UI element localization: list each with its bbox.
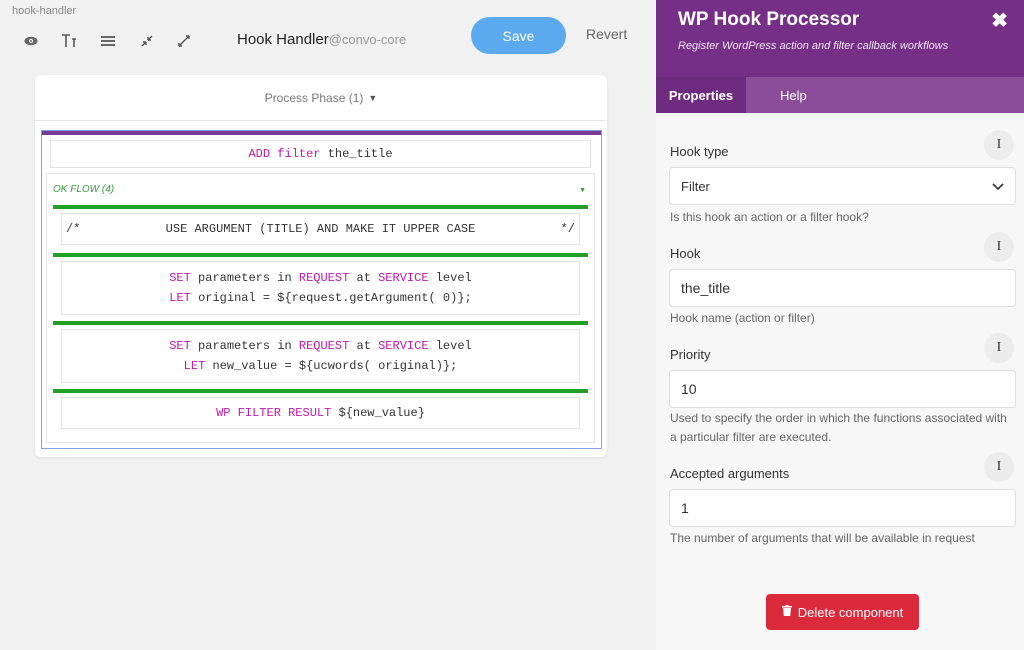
add-filter-value: the_title xyxy=(327,147,393,161)
code-text: ${new_value} xyxy=(338,406,425,420)
trash-icon xyxy=(781,605,792,619)
keyword: SET xyxy=(169,271,191,285)
code-text: original = ${request.getArgument( 0)}; xyxy=(198,291,472,305)
keyword: SERVICE xyxy=(378,271,429,285)
phase-selector[interactable]: Process Phase (1) ▼ xyxy=(35,75,607,121)
code-text: level xyxy=(435,271,472,285)
keyword: REQUEST xyxy=(298,271,350,285)
phase-label: Process Phase (1) xyxy=(264,90,364,105)
expand-icon[interactable] xyxy=(173,30,195,52)
document-title-name: Hook Handler xyxy=(237,31,329,48)
list-icon[interactable] xyxy=(97,30,119,52)
keyword: LET xyxy=(169,291,191,305)
hook-input[interactable]: the_title xyxy=(669,269,1016,307)
text-cursor-icon[interactable]: I xyxy=(984,232,1014,262)
text-size-icon[interactable] xyxy=(58,30,80,52)
text-cursor-icon[interactable]: I xyxy=(984,333,1014,363)
save-button[interactable]: Save xyxy=(471,17,566,54)
panel-tabs: Properties Help xyxy=(656,77,1024,113)
comment-open: /* xyxy=(66,222,81,236)
code-text: level xyxy=(435,339,472,353)
code-text: new_value = ${ucwords( original)}; xyxy=(212,359,458,373)
step-bar xyxy=(53,205,588,209)
triangle-down-icon[interactable]: ▼ xyxy=(579,187,586,194)
hook-help: Hook name (action or filter) xyxy=(670,311,815,325)
collapse-icon[interactable] xyxy=(136,30,158,52)
accepted-args-help: The number of arguments that will be ava… xyxy=(670,531,975,545)
filter-result-step[interactable]: WP FILTER RESULT ${new_value} xyxy=(53,389,588,429)
revert-button[interactable]: Revert xyxy=(586,26,627,42)
comment-close: */ xyxy=(560,222,575,236)
code-text: parameters in xyxy=(198,339,292,353)
set-params-step[interactable]: SET parameters in REQUEST at SERVICE lev… xyxy=(53,321,588,383)
panel-header: WP Hook Processor Register WordPress act… xyxy=(656,0,1024,77)
set-params-block: SET parameters in REQUEST at SERVICE lev… xyxy=(61,261,580,315)
add-filter-block[interactable]: ADD filter the_title xyxy=(50,140,591,168)
breadcrumb: hook-handler xyxy=(12,5,77,17)
tab-help[interactable]: Help xyxy=(746,77,807,113)
text-cursor-icon[interactable]: I xyxy=(984,452,1014,482)
comment-step[interactable]: /* USE ARGUMENT (TITLE) AND MAKE IT UPPE… xyxy=(53,205,588,245)
priority-input[interactable]: 10 xyxy=(669,370,1016,408)
tab-properties[interactable]: Properties xyxy=(656,77,746,113)
document-title-suffix: @convo-core xyxy=(328,32,407,47)
panel-subtitle: Register WordPress action and filter cal… xyxy=(678,40,949,52)
set-params-block: SET parameters in REQUEST at SERVICE lev… xyxy=(61,329,580,383)
text-cursor-icon[interactable]: I xyxy=(984,130,1014,160)
accepted-args-label: Accepted arguments xyxy=(670,466,790,481)
hook-type-select[interactable]: Filter xyxy=(669,167,1016,205)
code-text: at xyxy=(356,339,371,353)
step-bar xyxy=(53,389,588,393)
comment-block: /* USE ARGUMENT (TITLE) AND MAKE IT UPPE… xyxy=(61,213,580,245)
delete-component-button[interactable]: Delete component xyxy=(766,594,919,630)
editor-area: hook-handler Hook Handler@convo-core Sav… xyxy=(0,0,656,650)
delete-label: Delete component xyxy=(797,604,904,620)
close-icon[interactable]: ✖ xyxy=(991,8,1008,33)
keyword: REQUEST xyxy=(298,339,350,353)
keyword: WP FILTER RESULT xyxy=(216,406,332,420)
hook-label: Hook xyxy=(670,246,701,261)
keyword: SERVICE xyxy=(378,339,429,353)
set-params-step[interactable]: SET parameters in REQUEST at SERVICE lev… xyxy=(53,253,588,315)
workflow-canvas: Process Phase (1) ▼ ADD filter the_title… xyxy=(35,75,607,457)
component-header-bar xyxy=(42,131,601,135)
priority-help: Used to specify the order in which the f… xyxy=(670,411,1007,444)
ok-flow-label: OK FLOW (4) xyxy=(53,184,115,195)
hook-type-label: Hook type xyxy=(670,144,729,159)
document-title: Hook Handler@convo-core xyxy=(237,31,406,48)
hook-type-value: Filter xyxy=(681,178,710,194)
step-bar xyxy=(53,253,588,257)
code-text: at xyxy=(356,271,371,285)
code-text: parameters in xyxy=(198,271,292,285)
caret-down-icon: ▼ xyxy=(368,92,378,103)
filter-component[interactable]: ADD filter the_title OK FLOW (4) ▼ /* US… xyxy=(41,130,602,449)
accepted-args-input[interactable]: 1 xyxy=(669,489,1016,527)
panel-title: WP Hook Processor xyxy=(678,9,860,30)
ok-flow-container: OK FLOW (4) ▼ /* USE ARGUMENT (TITLE) AN… xyxy=(46,173,595,443)
filter-result-block: WP FILTER RESULT ${new_value} xyxy=(61,397,580,429)
comment-text: USE ARGUMENT (TITLE) AND MAKE IT UPPER C… xyxy=(165,222,476,236)
eye-icon[interactable] xyxy=(20,30,42,52)
step-bar xyxy=(53,321,588,325)
chevron-down-icon xyxy=(992,179,1004,194)
properties-panel: WP Hook Processor Register WordPress act… xyxy=(656,0,1024,650)
keyword: SET xyxy=(169,339,191,353)
add-filter-keyword: ADD filter xyxy=(248,147,321,161)
keyword: LET xyxy=(183,359,206,373)
priority-label: Priority xyxy=(670,347,711,362)
hook-type-help: Is this hook an action or a filter hook? xyxy=(670,210,869,224)
